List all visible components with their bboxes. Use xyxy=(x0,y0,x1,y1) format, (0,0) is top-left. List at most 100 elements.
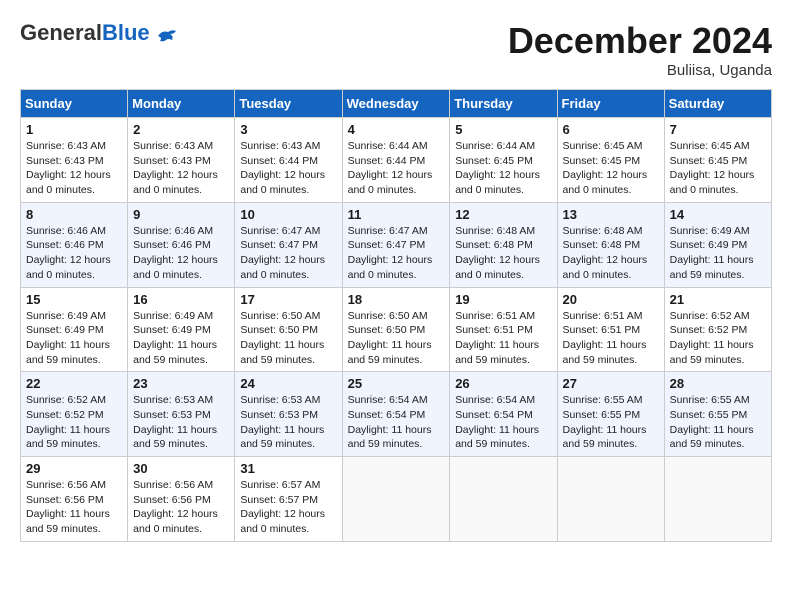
calendar-cell: 14 Sunrise: 6:49 AMSunset: 6:49 PMDayligh… xyxy=(664,202,771,287)
day-number: 20 xyxy=(563,292,659,307)
calendar-table: Sunday Monday Tuesday Wednesday Thursday… xyxy=(20,89,772,542)
day-info: Sunrise: 6:50 AMSunset: 6:50 PMDaylight:… xyxy=(348,309,445,368)
day-info: Sunrise: 6:54 AMSunset: 6:54 PMDaylight:… xyxy=(455,393,551,452)
col-tuesday: Tuesday xyxy=(235,90,342,118)
day-number: 22 xyxy=(26,376,122,391)
calendar-week-row: 22 Sunrise: 6:52 AMSunset: 6:52 PMDayligh… xyxy=(21,372,772,457)
day-number: 11 xyxy=(348,207,445,222)
calendar-cell: 13 Sunrise: 6:48 AMSunset: 6:48 PMDayligh… xyxy=(557,202,664,287)
day-info: Sunrise: 6:55 AMSunset: 6:55 PMDaylight:… xyxy=(670,393,766,452)
day-number: 18 xyxy=(348,292,445,307)
calendar-week-row: 15 Sunrise: 6:49 AMSunset: 6:49 PMDayligh… xyxy=(21,287,772,372)
day-number: 6 xyxy=(563,122,659,137)
calendar-cell: 4Sunrise: 6:44 AMSunset: 6:44 PMDaylight… xyxy=(342,118,450,203)
calendar-cell: 25Sunrise: 6:54 AMSunset: 6:54 PMDayligh… xyxy=(342,372,450,457)
day-info: Sunrise: 6:52 AMSunset: 6:52 PMDaylight:… xyxy=(26,393,122,452)
calendar-cell: 20Sunrise: 6:51 AMSunset: 6:51 PMDayligh… xyxy=(557,287,664,372)
calendar-cell xyxy=(342,457,450,542)
calendar-cell: 16Sunrise: 6:49 AMSunset: 6:49 PMDayligh… xyxy=(128,287,235,372)
col-monday: Monday xyxy=(128,90,235,118)
day-info: Sunrise: 6:47 AMSunset: 6:47 PMDaylight:… xyxy=(348,224,445,283)
day-info: Sunrise: 6:44 AMSunset: 6:45 PMDaylight:… xyxy=(455,139,551,198)
calendar-cell: 12 Sunrise: 6:48 AMSunset: 6:48 PMDayligh… xyxy=(450,202,557,287)
calendar-cell: 26 Sunrise: 6:54 AMSunset: 6:54 PMDayligh… xyxy=(450,372,557,457)
logo: GeneralBlue xyxy=(20,20,178,46)
calendar-cell: 24 Sunrise: 6:53 AMSunset: 6:53 PMDayligh… xyxy=(235,372,342,457)
page-header: GeneralBlue December 2024 Buliisa, Ugand… xyxy=(20,20,772,79)
calendar-cell: 5 Sunrise: 6:44 AMSunset: 6:45 PMDaylight… xyxy=(450,118,557,203)
day-info: Sunrise: 6:56 AMSunset: 6:56 PMDaylight:… xyxy=(133,478,229,537)
day-info: Sunrise: 6:48 AMSunset: 6:48 PMDaylight:… xyxy=(563,224,659,283)
day-info: Sunrise: 6:57 AMSunset: 6:57 PMDaylight:… xyxy=(240,478,336,537)
day-number: 15 xyxy=(26,292,122,307)
calendar-cell: 1 Sunrise: 6:43 AMSunset: 6:43 PMDaylight… xyxy=(21,118,128,203)
day-number: 30 xyxy=(133,461,229,476)
day-info: Sunrise: 6:49 AMSunset: 6:49 PMDaylight:… xyxy=(670,224,766,283)
day-number: 2 xyxy=(133,122,229,137)
calendar-cell: 17Sunrise: 6:50 AMSunset: 6:50 PMDayligh… xyxy=(235,287,342,372)
day-info: Sunrise: 6:52 AMSunset: 6:52 PMDaylight:… xyxy=(670,309,766,368)
calendar-cell xyxy=(664,457,771,542)
day-info: Sunrise: 6:46 AMSunset: 6:46 PMDaylight:… xyxy=(26,224,122,283)
calendar-cell: 10 Sunrise: 6:47 AMSunset: 6:47 PMDayligh… xyxy=(235,202,342,287)
calendar-cell: 6 Sunrise: 6:45 AMSunset: 6:45 PMDaylight… xyxy=(557,118,664,203)
col-thursday: Thursday xyxy=(450,90,557,118)
day-number: 28 xyxy=(670,376,766,391)
day-info: Sunrise: 6:46 AMSunset: 6:46 PMDaylight:… xyxy=(133,224,229,283)
day-info: Sunrise: 6:45 AMSunset: 6:45 PMDaylight:… xyxy=(670,139,766,198)
day-number: 14 xyxy=(670,207,766,222)
day-number: 1 xyxy=(26,122,122,137)
day-number: 19 xyxy=(455,292,551,307)
calendar-cell: 27 Sunrise: 6:55 AMSunset: 6:55 PMDayligh… xyxy=(557,372,664,457)
day-number: 7 xyxy=(670,122,766,137)
day-number: 21 xyxy=(670,292,766,307)
day-info: Sunrise: 6:55 AMSunset: 6:55 PMDaylight:… xyxy=(563,393,659,452)
day-info: Sunrise: 6:53 AMSunset: 6:53 PMDaylight:… xyxy=(240,393,336,452)
day-info: Sunrise: 6:45 AMSunset: 6:45 PMDaylight:… xyxy=(563,139,659,198)
day-number: 4 xyxy=(348,122,445,137)
calendar-cell: 29 Sunrise: 6:56 AMSunset: 6:56 PMDayligh… xyxy=(21,457,128,542)
col-saturday: Saturday xyxy=(664,90,771,118)
location: Buliisa, Uganda xyxy=(508,62,772,79)
day-info: Sunrise: 6:43 AMSunset: 6:43 PMDaylight:… xyxy=(26,139,122,198)
day-number: 24 xyxy=(240,376,336,391)
calendar-cell: 28 Sunrise: 6:55 AMSunset: 6:55 PMDayligh… xyxy=(664,372,771,457)
calendar-cell: 22 Sunrise: 6:52 AMSunset: 6:52 PMDayligh… xyxy=(21,372,128,457)
day-info: Sunrise: 6:49 AMSunset: 6:49 PMDaylight:… xyxy=(133,309,229,368)
logo-blue: Blue xyxy=(102,20,150,45)
day-info: Sunrise: 6:54 AMSunset: 6:54 PMDaylight:… xyxy=(348,393,445,452)
calendar-header-row: Sunday Monday Tuesday Wednesday Thursday… xyxy=(21,90,772,118)
calendar-cell: 11 Sunrise: 6:47 AMSunset: 6:47 PMDayligh… xyxy=(342,202,450,287)
day-info: Sunrise: 6:47 AMSunset: 6:47 PMDaylight:… xyxy=(240,224,336,283)
calendar-week-row: 1 Sunrise: 6:43 AMSunset: 6:43 PMDaylight… xyxy=(21,118,772,203)
day-info: Sunrise: 6:43 AMSunset: 6:44 PMDaylight:… xyxy=(240,139,336,198)
calendar-cell: 31Sunrise: 6:57 AMSunset: 6:57 PMDayligh… xyxy=(235,457,342,542)
calendar-cell: 19 Sunrise: 6:51 AMSunset: 6:51 PMDayligh… xyxy=(450,287,557,372)
day-info: Sunrise: 6:49 AMSunset: 6:49 PMDaylight:… xyxy=(26,309,122,368)
logo-bird-icon xyxy=(156,28,178,44)
day-number: 17 xyxy=(240,292,336,307)
day-info: Sunrise: 6:56 AMSunset: 6:56 PMDaylight:… xyxy=(26,478,122,537)
day-number: 5 xyxy=(455,122,551,137)
day-info: Sunrise: 6:53 AMSunset: 6:53 PMDaylight:… xyxy=(133,393,229,452)
day-info: Sunrise: 6:51 AMSunset: 6:51 PMDaylight:… xyxy=(455,309,551,368)
day-number: 10 xyxy=(240,207,336,222)
calendar-week-row: 8Sunrise: 6:46 AMSunset: 6:46 PMDaylight… xyxy=(21,202,772,287)
calendar-cell: 23Sunrise: 6:53 AMSunset: 6:53 PMDayligh… xyxy=(128,372,235,457)
calendar-cell: 18 Sunrise: 6:50 AMSunset: 6:50 PMDayligh… xyxy=(342,287,450,372)
month-title: December 2024 xyxy=(508,20,772,62)
day-number: 9 xyxy=(133,207,229,222)
calendar-week-row: 29 Sunrise: 6:56 AMSunset: 6:56 PMDayligh… xyxy=(21,457,772,542)
calendar-cell: 7 Sunrise: 6:45 AMSunset: 6:45 PMDaylight… xyxy=(664,118,771,203)
title-block: December 2024 Buliisa, Uganda xyxy=(508,20,772,79)
col-friday: Friday xyxy=(557,90,664,118)
calendar-cell: 8Sunrise: 6:46 AMSunset: 6:46 PMDaylight… xyxy=(21,202,128,287)
day-number: 27 xyxy=(563,376,659,391)
day-number: 29 xyxy=(26,461,122,476)
calendar-cell xyxy=(450,457,557,542)
calendar-cell: 30 Sunrise: 6:56 AMSunset: 6:56 PMDayligh… xyxy=(128,457,235,542)
day-number: 13 xyxy=(563,207,659,222)
day-number: 12 xyxy=(455,207,551,222)
day-info: Sunrise: 6:48 AMSunset: 6:48 PMDaylight:… xyxy=(455,224,551,283)
day-number: 26 xyxy=(455,376,551,391)
